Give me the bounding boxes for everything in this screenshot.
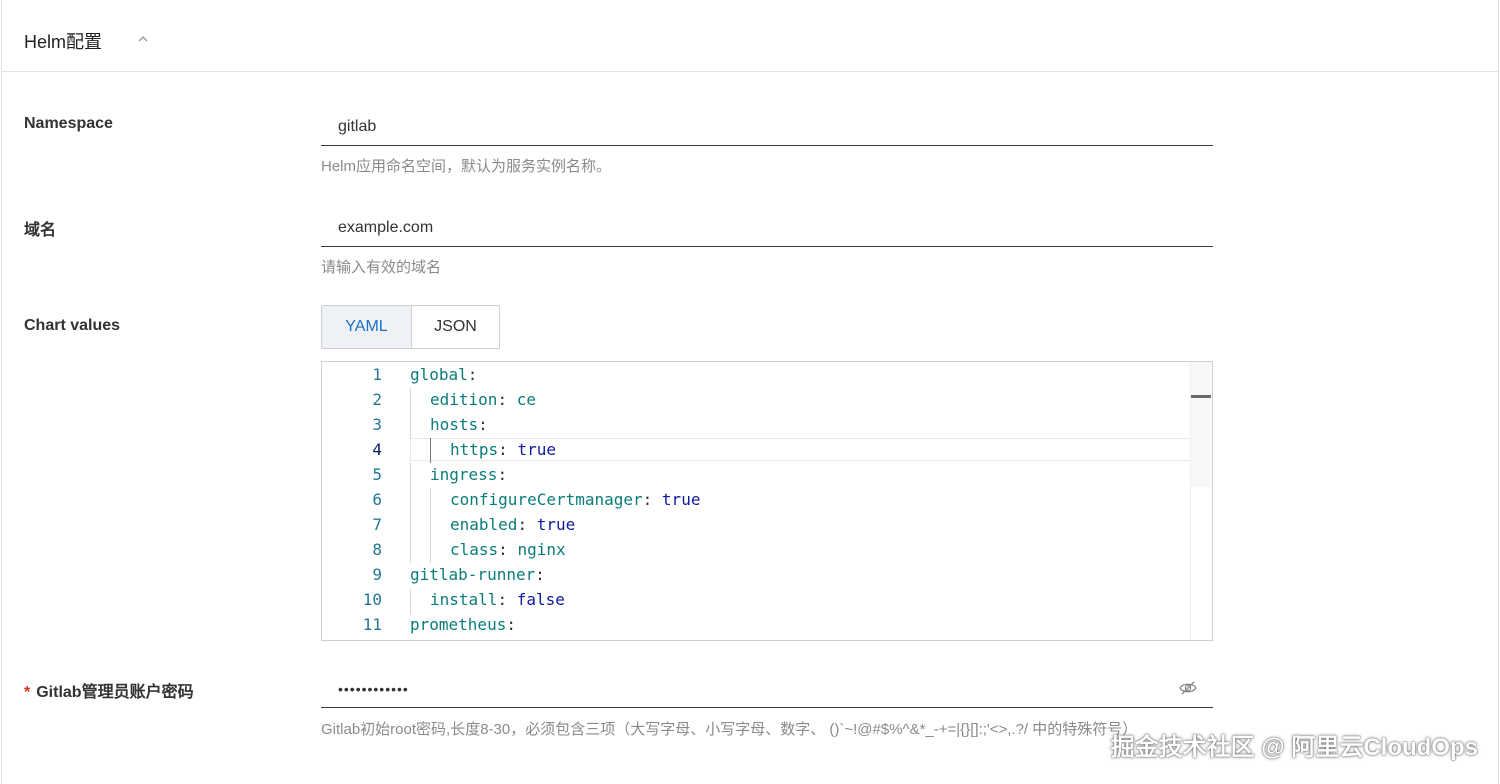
code-line: enabled: true [450,515,576,534]
tab-yaml[interactable]: YAML [322,306,412,348]
domain-help: 请输入有效的域名 [321,259,442,276]
domain-label: 域名 [24,222,57,239]
indent-guide [410,388,411,438]
line-number: 11 [362,615,382,634]
eye-off-icon[interactable] [1178,678,1198,698]
format-tabs: YAML JSON [321,305,500,349]
line-number: 5 [372,465,382,484]
namespace-help: Helm应用命名空间，默认为服务实例名称。 [321,158,612,175]
tab-json[interactable]: JSON [412,306,499,348]
line-number: 9 [372,565,382,584]
chart-values-label: Chart values [24,317,121,334]
indent-guide [410,589,411,614]
scrollbar-thumb[interactable] [1191,362,1212,487]
line-number: 10 [362,590,382,609]
code-line: edition: ce [430,390,536,409]
editor-scrollbar[interactable] [1190,362,1212,640]
password-help: Gitlab初始root密码,长度8-30，必须包含三项（大写字母、小写字母、数… [321,721,1138,738]
code-line: configureCertmanager: true [450,490,701,509]
indent-guide [410,463,411,563]
indent-guide [430,438,431,463]
indent-guide [430,488,431,563]
overview-ruler-marker [1191,395,1211,398]
domain-value: example.com [338,219,434,236]
namespace-input[interactable]: gitlab [321,106,1213,146]
password-label-text: Gitlab管理员账户密码 [36,684,194,701]
line-number: 1 [372,365,382,384]
code-line: https: true [450,440,556,459]
chevron-up-icon[interactable] [134,30,152,48]
code-line: global: [410,365,478,384]
line-number: 8 [372,540,382,559]
section-header[interactable]: Helm配置 [1,0,1499,72]
password-label: * Gitlab管理员账户密码 [24,678,194,702]
line-number: 3 [372,415,382,434]
line-number: 2 [372,390,382,409]
line-number: 4 [372,440,382,459]
domain-input[interactable]: example.com [321,207,1213,247]
required-mark: * [24,684,31,701]
code-line: install: false [430,590,565,609]
code-editor[interactable]: 1 global: 2 edition: ce 3 hosts: 4 https… [321,361,1213,641]
code-line: hosts: [430,415,488,434]
code-line: gitlab-runner: [410,565,545,584]
code-line: class: nginx [450,540,566,559]
watermark: 掘金技术社区 @ 阿里云CloudOps [1110,734,1478,761]
code-line: ingress: [430,465,508,484]
password-input[interactable]: •••••••••••• [321,668,1213,708]
line-number: 6 [372,490,382,509]
namespace-value: gitlab [338,118,377,135]
line-number: 7 [372,515,382,534]
password-value: •••••••••••• [338,681,409,697]
code-line: prometheus: [410,615,516,634]
namespace-label: Namespace [24,115,113,132]
section-title: Helm配置 [24,32,103,52]
